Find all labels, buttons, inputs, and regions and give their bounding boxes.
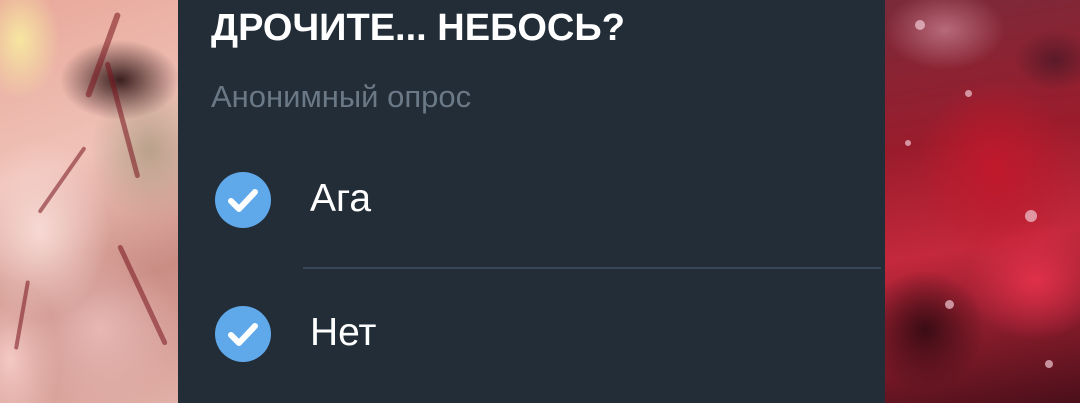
poll-question: ДРОЧИТЕ... НЕБОСЬ? xyxy=(211,7,625,49)
poll-option-net[interactable]: Нет xyxy=(178,268,885,400)
poll-option-aga[interactable]: Ага xyxy=(178,134,885,266)
check-circle-icon xyxy=(215,306,271,362)
poll-type-label: Анонимный опрос xyxy=(211,79,472,114)
poll-message-card: ДРОЧИТЕ... НЕБОСЬ? Анонимный опрос Ага Н… xyxy=(178,0,885,403)
check-circle-icon xyxy=(215,172,271,228)
chat-wallpaper-left xyxy=(0,0,178,403)
chat-wallpaper-right xyxy=(885,0,1080,403)
poll-option-label: Ага xyxy=(310,177,372,220)
poll-option-label: Нет xyxy=(310,311,377,354)
chat-screen: ДРОЧИТЕ... НЕБОСЬ? Анонимный опрос Ага Н… xyxy=(0,0,1080,403)
